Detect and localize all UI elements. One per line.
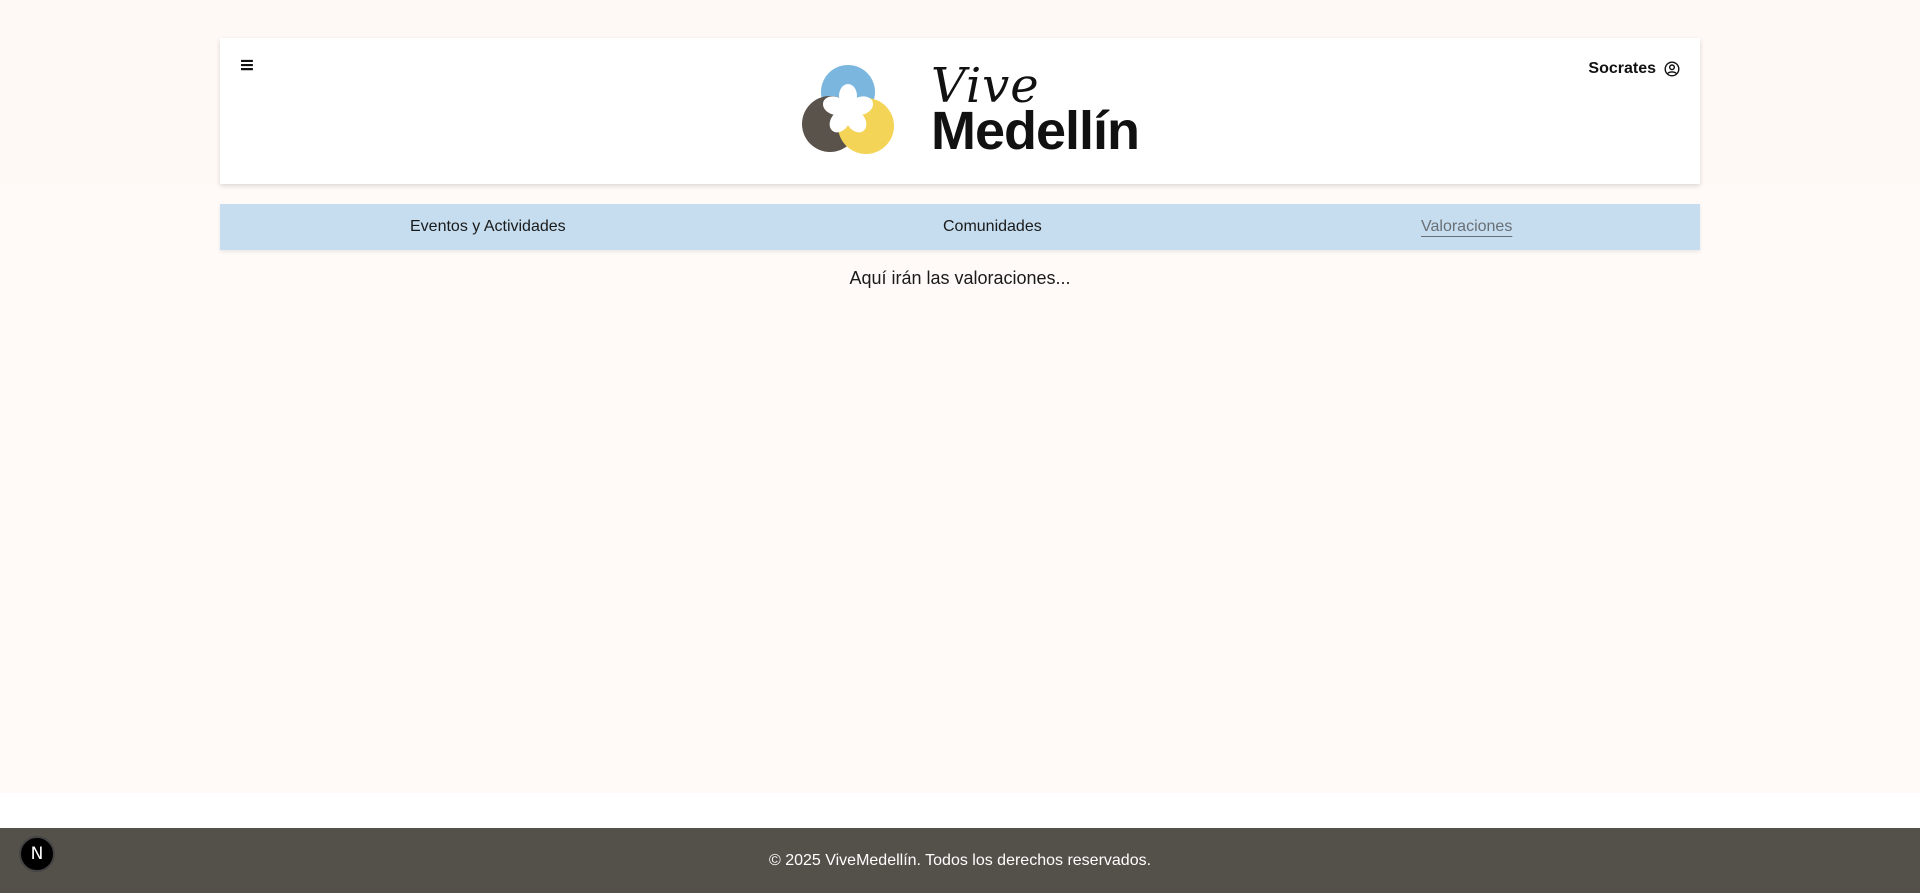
logo[interactable]: Vive Medellín (796, 58, 1140, 168)
nav-bar: Eventos y Actividades Comunidades Valora… (220, 204, 1700, 250)
menu-icon[interactable]: ≡ (234, 52, 260, 78)
logo-flower-icon (802, 65, 894, 154)
tab-eventos-actividades[interactable]: Eventos y Actividades (410, 204, 566, 250)
footer-copyright: © 2025 ViveMedellín. Todos los derechos … (768, 851, 1152, 869)
content-spacer (0, 793, 1920, 828)
user-name: Socrates (1588, 60, 1656, 77)
tab-comunidades[interactable]: Comunidades (943, 204, 1042, 250)
user-circle-icon[interactable] (1664, 61, 1680, 77)
nextjs-icon[interactable]: N (19, 836, 55, 872)
valoraciones-placeholder: Aquí irán las valoraciones... (849, 268, 1071, 288)
dev-badge-letter: N (30, 844, 44, 864)
user-menu[interactable]: Socrates (1588, 58, 1680, 80)
logo-text-medellin: Medellín (931, 101, 1140, 161)
tab-valoraciones[interactable]: Valoraciones (1421, 204, 1512, 250)
header: ≡ Vive Medellín Socrates (220, 38, 1700, 184)
footer: © 2025 ViveMedellín. Todos los derechos … (0, 828, 1920, 893)
